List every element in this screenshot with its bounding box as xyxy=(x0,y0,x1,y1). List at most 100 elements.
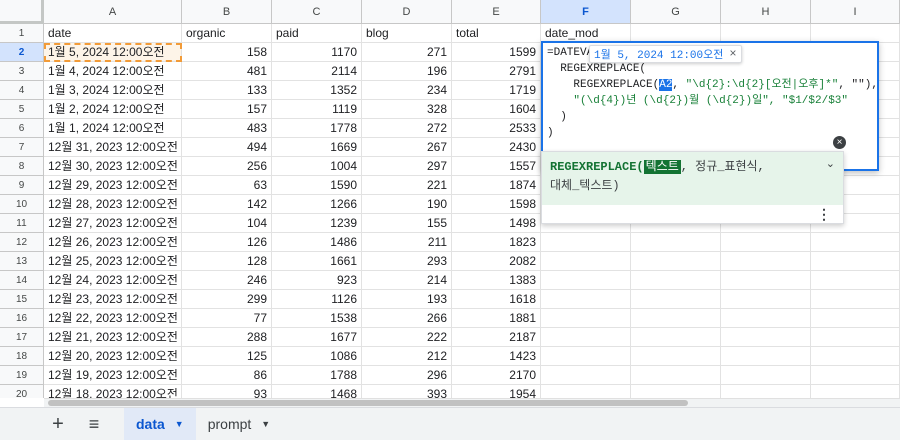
table-cell[interactable]: 1604 xyxy=(452,100,541,119)
chevron-down-icon[interactable]: ⌄ xyxy=(826,156,835,175)
table-cell[interactable]: 481 xyxy=(182,62,272,81)
row-header[interactable]: 6 xyxy=(0,119,44,138)
table-cell[interactable] xyxy=(811,309,900,328)
table-cell[interactable]: 86 xyxy=(182,366,272,385)
sheet-tab-prompt[interactable]: prompt ▼ xyxy=(196,408,283,440)
table-cell[interactable] xyxy=(541,271,631,290)
table-cell[interactable] xyxy=(721,328,811,347)
row-header[interactable]: 20 xyxy=(0,385,44,398)
table-cell[interactable]: 1486 xyxy=(272,233,362,252)
table-cell[interactable]: 1월 2, 2024 12:00오전 xyxy=(44,100,182,119)
table-cell[interactable]: 126 xyxy=(182,233,272,252)
table-cell[interactable]: 155 xyxy=(362,214,452,233)
table-cell[interactable]: 2187 xyxy=(452,328,541,347)
row-header[interactable]: 1 xyxy=(0,24,44,43)
table-cell[interactable]: 93 xyxy=(182,385,272,398)
add-sheet-button[interactable]: + xyxy=(42,408,74,440)
table-cell[interactable]: 222 xyxy=(362,328,452,347)
table-cell[interactable]: 2791 xyxy=(452,62,541,81)
table-cell[interactable]: 128 xyxy=(182,252,272,271)
table-cell[interactable]: 293 xyxy=(362,252,452,271)
table-cell[interactable] xyxy=(631,347,721,366)
table-cell[interactable]: 12월 28, 2023 12:00오전 xyxy=(44,195,182,214)
table-cell[interactable] xyxy=(631,366,721,385)
column-header-a[interactable]: A xyxy=(44,0,182,24)
table-cell[interactable] xyxy=(631,252,721,271)
header-cell[interactable]: organic xyxy=(182,24,272,43)
table-cell[interactable]: 1661 xyxy=(272,252,362,271)
table-cell[interactable]: 1119 xyxy=(272,100,362,119)
table-cell[interactable] xyxy=(811,252,900,271)
table-cell[interactable] xyxy=(811,233,900,252)
sheet-tab-data[interactable]: data ▼ xyxy=(124,407,196,440)
table-cell[interactable]: 297 xyxy=(362,157,452,176)
table-cell[interactable]: 1538 xyxy=(272,309,362,328)
table-cell[interactable]: 1266 xyxy=(272,195,362,214)
table-cell[interactable]: 12월 27, 2023 12:00오전 xyxy=(44,214,182,233)
table-cell[interactable]: 1239 xyxy=(272,214,362,233)
table-cell[interactable]: 1월 3, 2024 12:00오전 xyxy=(44,81,182,100)
table-cell[interactable] xyxy=(631,233,721,252)
table-cell[interactable]: 266 xyxy=(362,309,452,328)
table-cell[interactable]: 125 xyxy=(182,347,272,366)
table-cell[interactable] xyxy=(541,252,631,271)
table-cell[interactable]: 214 xyxy=(362,271,452,290)
table-cell[interactable] xyxy=(631,309,721,328)
table-cell[interactable]: 1423 xyxy=(452,347,541,366)
table-cell[interactable] xyxy=(721,233,811,252)
table-cell[interactable]: 1598 xyxy=(452,195,541,214)
scrollbar-thumb[interactable] xyxy=(48,400,688,406)
table-cell[interactable]: 133 xyxy=(182,81,272,100)
table-cell[interactable] xyxy=(721,290,811,309)
table-cell[interactable]: 1월 5, 2024 12:00오전 xyxy=(44,43,182,62)
row-header[interactable]: 4 xyxy=(0,81,44,100)
header-cell[interactable]: date xyxy=(44,24,182,43)
column-header-g[interactable]: G xyxy=(631,0,721,24)
table-cell[interactable]: 1881 xyxy=(452,309,541,328)
table-cell[interactable]: 1788 xyxy=(272,366,362,385)
header-cell[interactable]: blog xyxy=(362,24,452,43)
table-cell[interactable] xyxy=(631,271,721,290)
row-header[interactable]: 14 xyxy=(0,271,44,290)
table-cell[interactable]: 1126 xyxy=(272,290,362,309)
table-cell[interactable]: 1677 xyxy=(272,328,362,347)
row-header[interactable]: 5 xyxy=(0,100,44,119)
table-cell[interactable]: 63 xyxy=(182,176,272,195)
table-cell[interactable]: 1719 xyxy=(452,81,541,100)
table-cell[interactable]: 267 xyxy=(362,138,452,157)
table-cell[interactable] xyxy=(721,271,811,290)
table-cell[interactable]: 1498 xyxy=(452,214,541,233)
header-cell[interactable]: total xyxy=(452,24,541,43)
table-cell[interactable] xyxy=(541,347,631,366)
table-cell[interactable]: 211 xyxy=(362,233,452,252)
column-header-b[interactable]: B xyxy=(182,0,272,24)
column-header-h[interactable]: H xyxy=(721,0,811,24)
table-cell[interactable]: 1599 xyxy=(452,43,541,62)
row-header[interactable]: 13 xyxy=(0,252,44,271)
all-sheets-button[interactable]: ≡ xyxy=(78,408,110,440)
table-cell[interactable]: 104 xyxy=(182,214,272,233)
row-header[interactable]: 19 xyxy=(0,366,44,385)
table-cell[interactable]: 1170 xyxy=(272,43,362,62)
table-cell[interactable] xyxy=(541,309,631,328)
table-cell[interactable]: 1383 xyxy=(452,271,541,290)
table-cell[interactable]: 1954 xyxy=(452,385,541,398)
table-cell[interactable]: 2533 xyxy=(452,119,541,138)
table-cell[interactable]: 483 xyxy=(182,119,272,138)
table-cell[interactable]: 1월 1, 2024 12:00오전 xyxy=(44,119,182,138)
row-header[interactable]: 16 xyxy=(0,309,44,328)
table-cell[interactable]: 1468 xyxy=(272,385,362,398)
table-cell[interactable]: 1618 xyxy=(452,290,541,309)
table-cell[interactable] xyxy=(721,252,811,271)
table-cell[interactable]: 12월 19, 2023 12:00오전 xyxy=(44,366,182,385)
table-cell[interactable] xyxy=(811,347,900,366)
table-cell[interactable]: 923 xyxy=(272,271,362,290)
column-header-i[interactable]: I xyxy=(811,0,900,24)
table-cell[interactable] xyxy=(811,290,900,309)
table-cell[interactable] xyxy=(631,290,721,309)
table-cell[interactable] xyxy=(631,328,721,347)
row-header[interactable]: 15 xyxy=(0,290,44,309)
table-cell[interactable]: 142 xyxy=(182,195,272,214)
row-header[interactable]: 12 xyxy=(0,233,44,252)
row-header[interactable]: 2 xyxy=(0,43,44,62)
